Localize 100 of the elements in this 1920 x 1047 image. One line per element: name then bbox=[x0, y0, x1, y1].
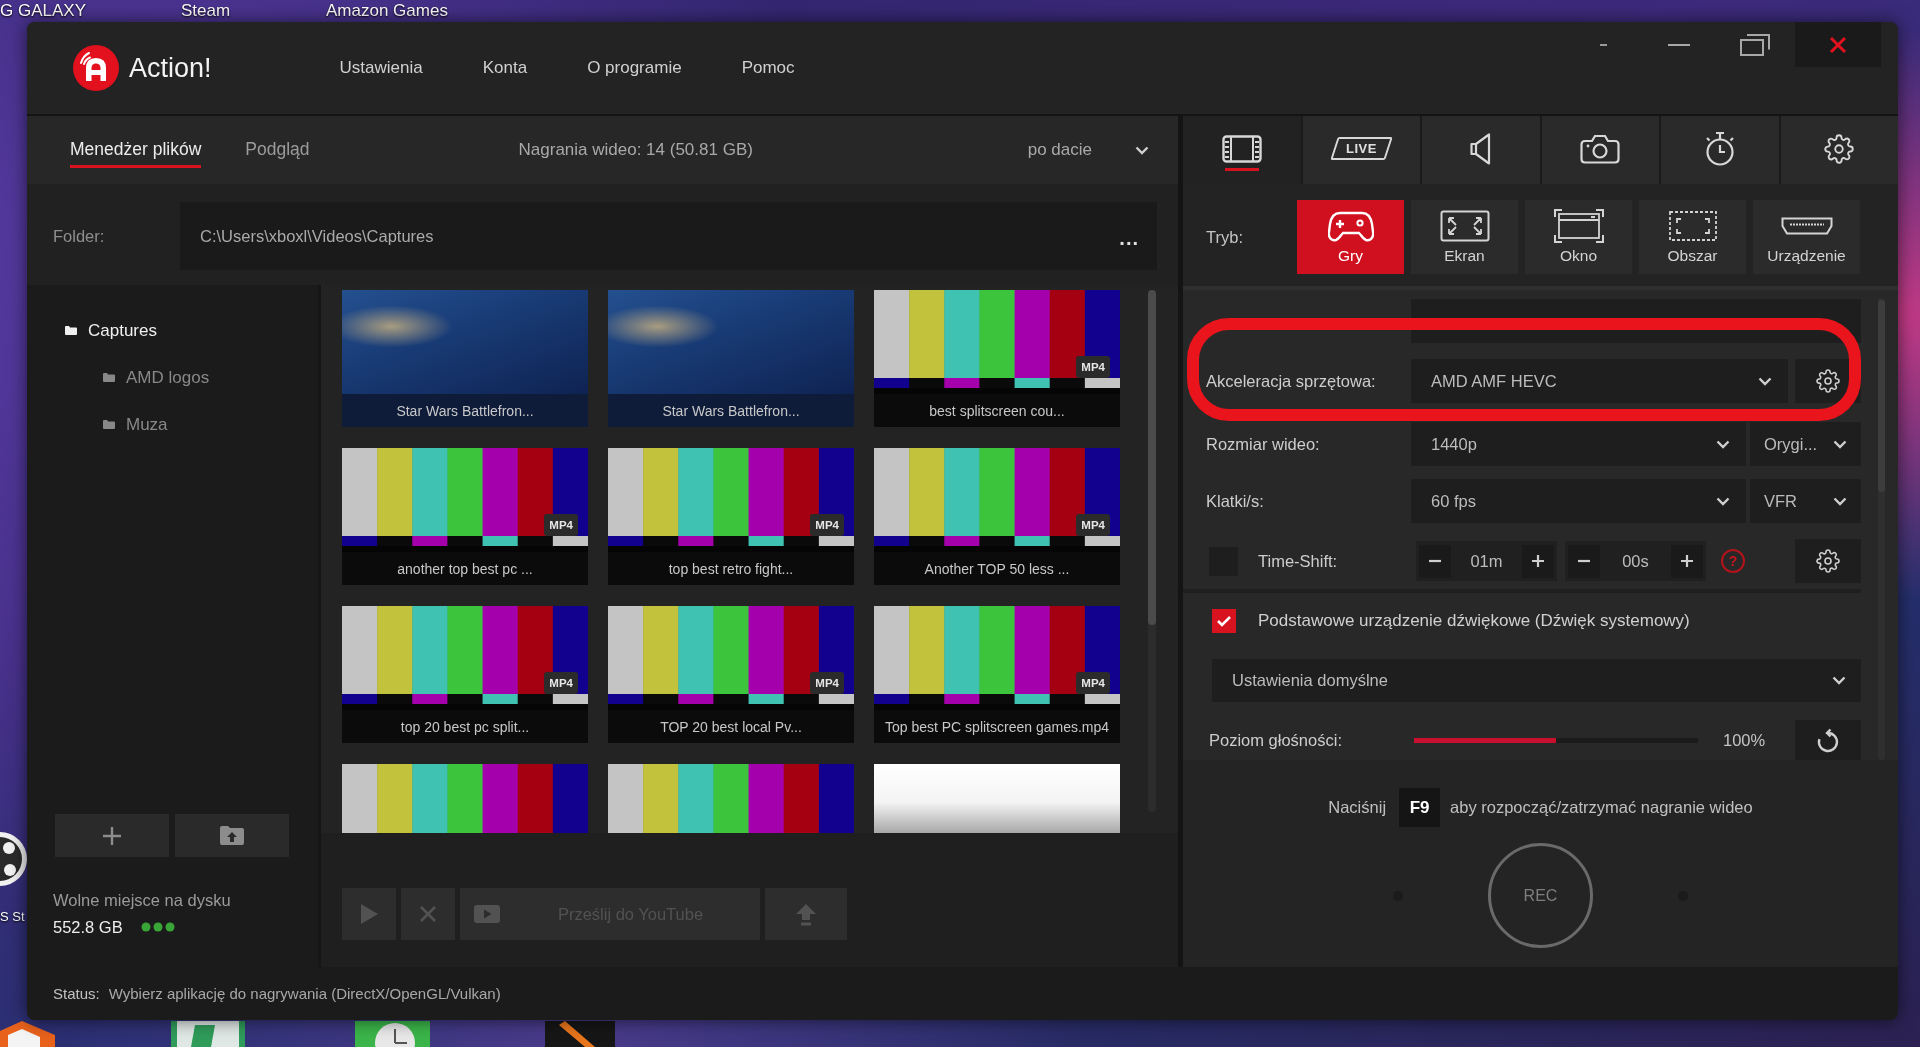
dash-icon bbox=[1599, 43, 1607, 46]
status-label: Status: bbox=[53, 985, 100, 1002]
format-badge: MP4 bbox=[810, 514, 844, 536]
folder-tree-item[interactable]: Captures bbox=[65, 307, 157, 354]
settings-tab[interactable] bbox=[1780, 116, 1898, 184]
folder-tree-item[interactable]: AMD logos bbox=[103, 354, 210, 401]
hotkey-hint: aby rozpocząć/zatrzymać nagranie wideo bbox=[1450, 798, 1753, 817]
desktop-icon-label[interactable]: Steam bbox=[181, 1, 231, 21]
video-card[interactable]: MP4 TOP 20 best local Pv... bbox=[608, 606, 854, 743]
status-text: Wybierz aplikację do nagrywania (DirectX/OpenGL/Vulkan) bbox=[108, 985, 501, 1002]
menu-item[interactable]: Pomoc bbox=[741, 58, 795, 78]
scrollbar-track[interactable] bbox=[1148, 290, 1156, 812]
video-card[interactable]: Star Wars Battlefron... bbox=[608, 290, 854, 427]
folder-path-field[interactable]: C:\Users\xboxl\Videos\Captures ... bbox=[180, 202, 1157, 270]
app-title: Action! bbox=[129, 52, 212, 84]
film-strip-icon bbox=[1221, 134, 1262, 163]
setting-label: Klatki/s: bbox=[1206, 491, 1264, 510]
video-card[interactable]: MP4 Top best PC splitscreen games.mp4 bbox=[874, 606, 1120, 743]
video-card[interactable]: MP4 best splitscreen cou... bbox=[874, 290, 1120, 427]
menu-item[interactable]: O programie bbox=[587, 58, 682, 78]
folder-label: Folder: bbox=[53, 226, 106, 246]
folder-icon bbox=[103, 373, 115, 382]
audio-tab[interactable] bbox=[1422, 116, 1540, 184]
video-title: Top best PC splitscreen games.mp4 bbox=[883, 717, 1111, 737]
stepper-value: 00s bbox=[1622, 551, 1649, 571]
scrollbar-thumb[interactable] bbox=[1148, 290, 1156, 625]
desktop-shortcut-icon[interactable] bbox=[355, 1021, 430, 1047]
folder-tree-item[interactable]: Muza bbox=[103, 401, 168, 448]
video-card[interactable]: MP4 top best retro fight... bbox=[608, 448, 854, 585]
video-tab[interactable] bbox=[1183, 116, 1301, 184]
decrease-button[interactable] bbox=[1568, 544, 1600, 578]
settings-button[interactable] bbox=[1795, 539, 1861, 583]
checkbox[interactable] bbox=[1212, 609, 1236, 633]
record-button[interactable]: REC bbox=[1488, 843, 1593, 948]
window-icon bbox=[1553, 209, 1604, 243]
dropdown[interactable]: 60 fps bbox=[1411, 479, 1746, 523]
video-card[interactable]: MP4 Another TOP 50 less ... bbox=[874, 448, 1120, 585]
device-mode-button[interactable]: Urządzenie bbox=[1753, 200, 1860, 274]
stopwatch-icon bbox=[1704, 131, 1735, 166]
view-tab[interactable]: Menedżer plików bbox=[70, 132, 202, 168]
video-card[interactable]: MP4 another top best pc ... bbox=[342, 448, 588, 585]
plus-icon bbox=[1680, 554, 1694, 568]
games-mode-button[interactable]: Gry bbox=[1297, 200, 1404, 274]
video-card[interactable]: MP4 top 20 best pc split... bbox=[342, 606, 588, 743]
view-tab[interactable]: Podgląd bbox=[245, 132, 310, 168]
volume-reading: 100% bbox=[1723, 730, 1766, 750]
menu-item[interactable]: Ustawienia bbox=[339, 58, 423, 78]
dropdown[interactable]: Ustawienia domyślne bbox=[1212, 659, 1861, 702]
format-badge: MP4 bbox=[544, 672, 578, 694]
video-card[interactable]: Star Wars Battlefron... bbox=[342, 290, 588, 427]
import-folder-button[interactable] bbox=[175, 814, 289, 857]
volume-slider[interactable] bbox=[1414, 737, 1698, 743]
setting-label: Poziom głośności: bbox=[1209, 730, 1342, 749]
checkmark-icon bbox=[1216, 615, 1232, 627]
chevron-down-icon bbox=[1832, 676, 1846, 685]
format-badge: MP4 bbox=[1076, 672, 1110, 694]
plus-icon bbox=[1531, 554, 1545, 568]
folder-icon bbox=[103, 420, 115, 429]
menu-item[interactable]: Konta bbox=[482, 58, 528, 78]
desktop-icon-label[interactable]: G GALAXY bbox=[0, 1, 86, 21]
format-badge: MP4 bbox=[544, 514, 578, 536]
timer-tab[interactable] bbox=[1661, 116, 1779, 184]
close-icon bbox=[1829, 35, 1847, 54]
window-mode-button[interactable]: Okno bbox=[1525, 200, 1632, 274]
fullscreen-icon bbox=[1439, 210, 1490, 242]
increase-button[interactable] bbox=[1671, 544, 1703, 578]
dropdown[interactable]: 1440p bbox=[1411, 422, 1746, 466]
hdmi-port-icon bbox=[1780, 217, 1833, 235]
disk-space-value: 552.8 GB bbox=[53, 917, 123, 938]
scrollbar-track[interactable] bbox=[1878, 298, 1885, 760]
desktop-icon-label[interactable]: Amazon Games bbox=[326, 1, 448, 21]
screenshot-tab[interactable] bbox=[1541, 116, 1659, 184]
browse-button[interactable]: ... bbox=[1119, 222, 1139, 250]
dropdown[interactable]: AMD AMF HEVC bbox=[1411, 359, 1788, 403]
region-mode-button[interactable]: Obszar bbox=[1639, 200, 1746, 274]
reset-button[interactable] bbox=[1795, 720, 1861, 760]
decrease-button[interactable] bbox=[1419, 544, 1451, 578]
setting-label: Time-Shift: bbox=[1258, 551, 1338, 571]
app-logo-icon bbox=[73, 45, 119, 91]
screen-mode-button[interactable]: Ekran bbox=[1411, 200, 1518, 274]
format-badge: MP4 bbox=[810, 672, 844, 694]
desktop-icon-label[interactable]: S St bbox=[0, 907, 25, 927]
speaker-icon bbox=[1469, 131, 1492, 166]
dropdown[interactable]: VFR bbox=[1750, 479, 1861, 523]
video-play-icon bbox=[473, 904, 501, 924]
disk-space-label: Wolne miejsce na dysku bbox=[53, 890, 232, 911]
sort-dropdown[interactable]: po dacie bbox=[1027, 140, 1149, 160]
desktop-shortcut-icon[interactable] bbox=[545, 1021, 615, 1047]
dropdown[interactable]: Orygi... bbox=[1750, 422, 1861, 466]
format-badge: MP4 bbox=[1076, 514, 1110, 536]
settings-icon bbox=[1816, 369, 1840, 393]
chevron-down-icon bbox=[1716, 496, 1730, 506]
desktop-shortcut-icon[interactable] bbox=[0, 1021, 55, 1047]
setting-label: Rozmiar wideo: bbox=[1206, 434, 1320, 453]
increase-button[interactable] bbox=[1522, 544, 1554, 578]
settings-icon bbox=[1824, 133, 1855, 164]
video-title: another top best pc ... bbox=[396, 559, 534, 579]
live-tab[interactable]: LIVE bbox=[1302, 116, 1420, 184]
recordings-summary: Nagrania wideo: 14 (50.81 GB) bbox=[518, 140, 753, 160]
audio-device-label: Podstawowe urządzenie dźwiękowe (Dźwięk systemowy) bbox=[1258, 611, 1690, 631]
